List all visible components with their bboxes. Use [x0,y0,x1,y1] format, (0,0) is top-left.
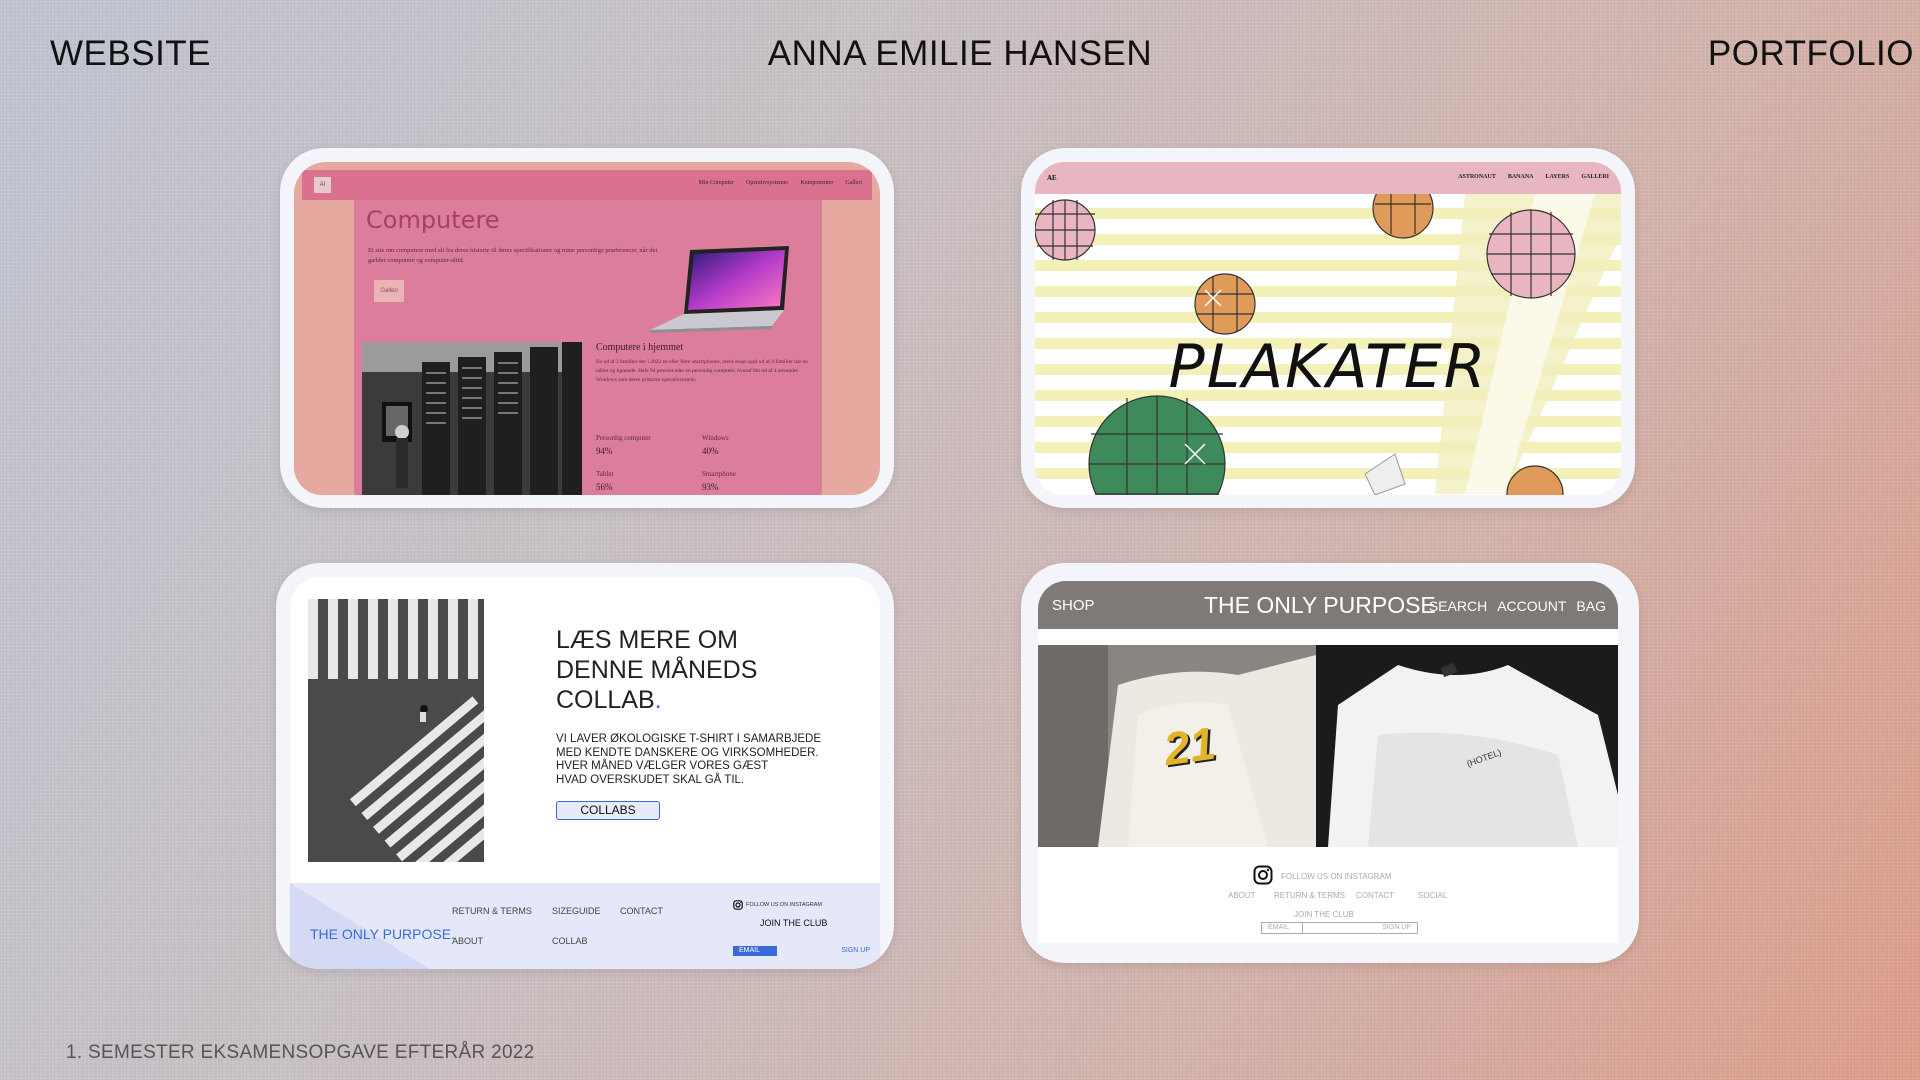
collab-site-card[interactable]: LÆS MERE OM DENNE MÅNEDS COLLAB. VI LAVE… [276,563,894,969]
collab-text-line: VI LAVER ØKOLOGISKE T-SHIRT I SAMARBJEDE [556,733,822,745]
footer-link-return[interactable]: RETURN & TERMS [452,906,532,916]
footer-link-about[interactable]: ABOUT [452,936,483,946]
collab-text-line: HVER MÅNED VÆLGER VORES GÆST [556,760,769,772]
collab-heading-line: DENNE MÅNEDS [556,656,758,684]
collab-heading-line: COLLAB. [556,685,816,715]
plakater-menu: ASTRONAUT BANANA LAYERS GALLERI [1458,174,1609,180]
computere-screenshot: AI Min Computer Operativsystemer Kompone… [294,162,880,495]
computere-gallery-button[interactable]: Galleri [374,280,404,302]
computere-subheading: Computere i hjemmet [596,342,684,353]
computere-title: Computere [366,206,500,234]
stat-label: Windows [702,434,729,442]
instagram-follow-text[interactable]: FOLLOW US ON INSTAGRAM [746,902,822,908]
join-club-text: JOIN THE CLUB [760,918,828,928]
header-name: ANNA EMILIE HANSEN [767,34,1153,73]
bag-link[interactable]: BAG [1576,598,1606,614]
computere-intro: Et site om computere med alt fra deres h… [368,247,658,264]
shop-footer-link-return[interactable]: RETURN & TERMS [1274,891,1345,900]
newsletter-form: EMAIL SIGN UP [1261,922,1418,934]
shop-link[interactable]: SHOP [1052,597,1095,614]
shop-brand[interactable]: THE ONLY PURPOSE [1204,592,1436,619]
plakater-logo[interactable]: AE [1047,174,1057,182]
collab-description: VI LAVER ØKOLOGISKE T-SHIRT I SAMARBJEDE… [556,733,846,787]
stat-value: 93% [702,482,719,492]
shop-footer-link-about[interactable]: ABOUT [1228,891,1256,900]
tshirt-photos [1038,645,1618,847]
plakater-site-card[interactable]: AE ASTRONAUT BANANA LAYERS GALLERI PLAKA… [1021,148,1635,508]
footer-brand[interactable]: THE ONLY PURPOSE. [310,926,455,942]
plakater-nav-item[interactable]: ASTRONAUT [1458,174,1496,180]
collab-text-line: HVAD OVERSKUDET SKAL GÅ TIL. [556,773,745,786]
plakater-nav-item[interactable]: GALLERI [1581,174,1609,180]
account-link[interactable]: ACCOUNT [1497,598,1566,614]
search-link[interactable]: SEARCH [1429,598,1487,614]
shop-footer-link-social[interactable]: SOCIAL [1418,891,1447,900]
collab-footer: THE ONLY PURPOSE. RETURN & TERMS SIZEGUI… [290,883,880,969]
plakater-nav-item[interactable]: LAYERS [1546,174,1570,180]
stat-label: Personlig computer [596,434,651,442]
computere-nav: AI Min Computer Operativsystemer Kompone… [302,170,872,200]
collab-heading-word: COLLAB [556,686,655,714]
computer-history-photo [362,342,582,495]
instagram-icon[interactable] [1253,865,1273,885]
stat-label: Tablet [596,470,614,478]
collab-text-line: MED KENDTE DANSKERE OG VIRKSOMHEDER. [556,746,819,759]
computere-nav-item[interactable]: Operativsystemer [746,180,788,186]
footer-link-contact[interactable]: CONTACT [620,906,663,916]
computere-body-text: En ud af 3 familier der i 2022 en eller … [596,359,808,383]
shop-nav: SHOP THE ONLY PURPOSE SEARCH ACCOUNT BAG [1038,581,1618,629]
plakater-title: PLAKATER [1168,332,1488,402]
stat-value: 40% [702,446,719,456]
computere-logo[interactable]: AI [314,177,331,193]
instagram-follow-text[interactable]: FOLLOW US ON INSTAGRAM [1281,872,1392,881]
shirt-print-21: 21 [1160,716,1219,776]
computere-nav-item[interactable]: Min Computer [699,180,735,186]
signup-button[interactable]: SIGN UP [830,946,870,956]
plakater-nav: AE ASTRONAUT BANANA LAYERS GALLERI [1035,162,1621,194]
footer-link-collab[interactable]: COLLAB [552,936,588,946]
shop-site-card[interactable]: SHOP THE ONLY PURPOSE SEARCH ACCOUNT BAG… [1021,563,1639,963]
stat-value: 56% [596,482,613,492]
footer-caption: 1. SEMESTER EKSAMENSOPGAVE EFTERÅR 2022 [66,1042,535,1063]
collab-heading-dot: . [654,686,662,714]
plakater-nav-item[interactable]: BANANA [1508,174,1534,180]
plakater-screenshot: AE ASTRONAUT BANANA LAYERS GALLERI PLAKA… [1035,162,1621,495]
collab-screenshot: LÆS MERE OM DENNE MÅNEDS COLLAB. VI LAVE… [290,577,880,969]
footer-link-sizeguide[interactable]: SIZEGUIDE [552,906,601,916]
collab-heading-line: LÆS MERE OM [556,626,738,654]
signup-button[interactable]: SIGN UP [1382,924,1411,931]
form-divider [1302,923,1303,933]
stat-label: Smartphone [702,470,736,478]
stat-value: 94% [596,446,613,456]
crosswalk-photo [308,599,484,862]
email-field[interactable]: EMAIL [733,946,777,956]
computere-menu: Min Computer Operativsystemer Komponente… [699,180,863,186]
shop-nav-links: SEARCH ACCOUNT BAG [1429,598,1606,614]
shop-footer-link-contact[interactable]: CONTACT [1356,891,1394,900]
computere-nav-item[interactable]: Komponenter [800,180,833,186]
shop-screenshot: SHOP THE ONLY PURPOSE SEARCH ACCOUNT BAG… [1038,581,1618,943]
computere-main: Computere Et site om computere med alt f… [354,200,822,495]
collab-heading: LÆS MERE OM DENNE MÅNEDS COLLAB. [556,625,816,715]
email-field[interactable]: EMAIL [1268,924,1289,931]
collabs-button[interactable]: COLLABS [556,801,660,820]
computere-site-card[interactable]: AI Min Computer Operativsystemer Kompone… [280,148,894,508]
instagram-icon[interactable] [733,900,743,910]
header-portfolio: PORTFOLIO [1707,34,1914,73]
laptop-image [650,246,789,333]
computere-nav-item[interactable]: Galleri [845,180,862,186]
join-club-text: JOIN THE CLUB [1294,910,1354,919]
